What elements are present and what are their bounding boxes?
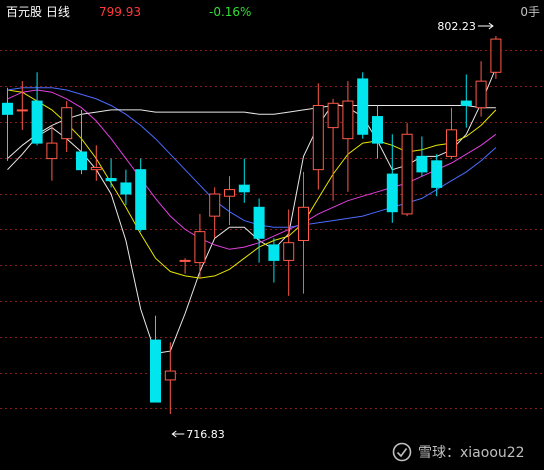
min-price-label: 716.83: [186, 428, 225, 441]
candle-body: [46, 142, 58, 160]
candle-24: [357, 72, 369, 139]
ma-line-4: [7, 105, 496, 159]
snowball-logo-icon: [392, 442, 412, 462]
candle-19: [283, 209, 295, 296]
candle-4: [61, 101, 73, 152]
candle-body: [446, 129, 457, 157]
candle-body: [386, 173, 398, 213]
candle-31: [460, 74, 472, 128]
candle-body: [90, 166, 102, 171]
candle-body: [150, 339, 161, 403]
candle-8: [120, 169, 132, 206]
candlestick-chart[interactable]: 802.23 716.83: [0, 0, 544, 470]
ma-line-0: [7, 67, 497, 354]
candle-32: [475, 61, 487, 117]
moving-average-lines: [7, 67, 497, 354]
candle-25: [372, 105, 383, 159]
candle-20: [298, 171, 309, 294]
candle-22: [327, 98, 339, 201]
candle-5: [76, 109, 87, 175]
candle-27: [401, 123, 413, 217]
candle-body: [416, 155, 428, 173]
candle-11: [164, 342, 176, 414]
candle-body: [312, 104, 324, 171]
candle-body: [16, 109, 28, 112]
candle-body: [76, 151, 87, 171]
candle-body: [460, 100, 472, 106]
candle-body: [61, 107, 73, 140]
candle-23: [342, 81, 354, 192]
candle-33: [490, 36, 502, 79]
candle-2: [31, 72, 43, 146]
candle-30: [446, 107, 457, 159]
candle-body: [194, 231, 206, 264]
candle-body: [164, 370, 176, 381]
candle-body: [238, 184, 250, 193]
candle-18: [268, 238, 280, 283]
candle-body: [135, 169, 147, 230]
candle-3: [46, 125, 58, 181]
candle-body: [209, 193, 221, 217]
candle-7: [105, 158, 117, 188]
watermark: 雪球：xiaoou22: [392, 441, 525, 463]
candle-body: [431, 160, 443, 188]
ma-line-1: [7, 89, 497, 279]
candle-17: [253, 198, 265, 263]
candle-28: [416, 136, 428, 177]
candle-body: [342, 100, 354, 140]
candle-body: [179, 259, 191, 262]
candle-body: [31, 100, 43, 144]
candle-body: [253, 206, 265, 239]
candle-body: [327, 102, 339, 129]
candle-13: [194, 213, 206, 279]
candle-body: [268, 244, 280, 261]
max-price-label: 802.23: [437, 20, 476, 33]
candle-body: [2, 102, 13, 115]
candle-0: [2, 87, 13, 161]
candle-body: [490, 38, 502, 73]
candle-body: [372, 116, 383, 144]
candle-15: [224, 176, 235, 225]
candle-14: [209, 187, 221, 239]
extreme-annotations: 802.23 716.83: [171, 20, 494, 441]
candle-26: [386, 134, 398, 223]
candle-10: [150, 315, 161, 403]
candle-body: [105, 178, 117, 182]
candle-21: [312, 83, 324, 190]
candle-body: [401, 133, 413, 215]
candle-body: [283, 242, 295, 261]
candle-body: [224, 189, 235, 197]
candle-body: [120, 182, 132, 195]
watermark-text: 雪球：xiaoou22: [418, 445, 525, 461]
candle-body: [475, 80, 487, 109]
candle-9: [135, 158, 147, 232]
candle-body: [298, 206, 309, 241]
candle-body: [357, 78, 369, 135]
candle-16: [238, 158, 250, 203]
candle-29: [431, 154, 443, 197]
